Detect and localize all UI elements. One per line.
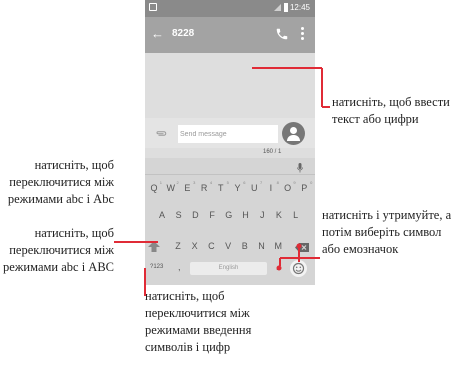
key-number-hint: 3 [193, 180, 196, 185]
message-thread [145, 53, 315, 118]
message-input[interactable] [178, 125, 278, 143]
key-number-hint: 2 [176, 180, 179, 185]
key-p[interactable]: P0 [297, 180, 312, 195]
key-g[interactable]: G [222, 208, 236, 222]
conversation-title: 8228 [172, 28, 195, 39]
phone-screen: 12:45 ← 8228 160 / 1 ?123 [145, 0, 315, 285]
key-j[interactable]: J [255, 208, 269, 222]
key-a[interactable]: A [155, 208, 169, 222]
key-q[interactable]: Q1 [147, 180, 162, 195]
key-number-hint: 4 [209, 180, 213, 185]
status-bar: 12:45 [145, 0, 315, 17]
key-number-hint: 6 [243, 180, 246, 185]
key-number-hint: 8 [276, 180, 279, 185]
key-u[interactable]: U7 [247, 180, 262, 195]
status-time: 12:45 [289, 3, 310, 12]
key-r[interactable]: R4 [197, 180, 212, 195]
key-t[interactable]: T5 [214, 180, 229, 195]
key-w[interactable]: W2 [164, 180, 178, 195]
key-number-hint: 5 [226, 180, 229, 185]
app-bar: ← 8228 [145, 17, 315, 53]
callout-input: натисніть, щоб ввести текст або цифри [332, 95, 450, 126]
key-n[interactable]: N [255, 239, 269, 253]
callout-symbols-emoji: натисніть і утримуйте, а потім виберіть … [322, 208, 452, 256]
key-x[interactable]: X [188, 239, 202, 253]
period-key[interactable]: . [276, 262, 279, 272]
key-i[interactable]: I8 [264, 180, 279, 195]
key-k[interactable]: K [272, 208, 286, 222]
keyboard: ?123 , English . Q1W2E3R4T5Y6U7I8O9P0 ASD… [145, 158, 315, 285]
keyboard-divider [145, 174, 315, 175]
callout-case-toggle-abc: натисніть, щоб переключитися між режимам… [7, 158, 114, 206]
symbols-key[interactable]: ?123 [150, 264, 163, 270]
key-f[interactable]: F [205, 208, 219, 222]
avatar-icon[interactable] [282, 122, 305, 145]
key-d[interactable]: D [188, 208, 202, 222]
paperclip-icon[interactable] [155, 129, 167, 137]
key-l[interactable]: L [289, 208, 303, 222]
more-vert-icon[interactable] [299, 26, 305, 42]
comma-key[interactable]: , [178, 262, 181, 272]
battery-icon [284, 3, 288, 12]
key-v[interactable]: V [221, 239, 235, 253]
emoji-key[interactable] [290, 260, 307, 277]
message-composer [145, 118, 315, 148]
key-z[interactable]: Z [171, 239, 185, 253]
signal-icon [274, 4, 281, 11]
arrow-back-icon[interactable]: ← [151, 27, 164, 41]
key-e[interactable]: E3 [180, 180, 195, 195]
key-c[interactable]: C [204, 239, 218, 253]
key-number-hint: 0 [310, 180, 313, 185]
key-s[interactable]: S [172, 208, 186, 222]
backspace-icon[interactable] [295, 243, 309, 252]
key-number-hint: 7 [259, 180, 263, 185]
callout-symbols-numbers: натисніть, щоб переключитися між режимам… [145, 289, 252, 354]
shift-icon[interactable] [148, 241, 160, 252]
callout-case-toggle-ABC: натисніть, щоб переключитися між режимам… [3, 226, 114, 274]
key-b[interactable]: B [238, 239, 252, 253]
key-number-hint: 1 [159, 180, 162, 185]
space-key[interactable]: English [190, 262, 267, 275]
phone-icon[interactable] [275, 27, 289, 41]
notification-icon [149, 3, 157, 11]
character-counter: 160 / 1 [263, 149, 282, 155]
smiley-icon [292, 262, 305, 275]
key-h[interactable]: H [239, 208, 253, 222]
key-m[interactable]: M [271, 239, 285, 253]
microphone-icon[interactable] [297, 163, 303, 173]
key-number-hint: 9 [293, 180, 296, 185]
key-o[interactable]: O9 [281, 180, 296, 195]
key-y[interactable]: Y6 [231, 180, 245, 195]
